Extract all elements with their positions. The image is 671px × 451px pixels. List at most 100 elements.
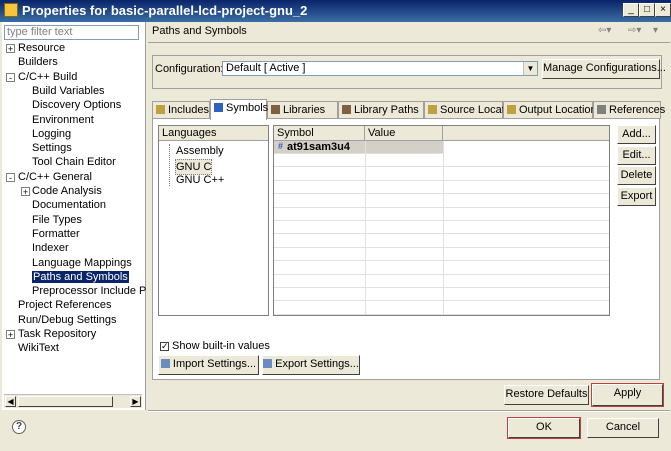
- tree-item[interactable]: C/C++ Build: [18, 70, 77, 84]
- maximize-button[interactable]: □: [639, 3, 655, 17]
- title-bar[interactable]: Properties for basic-parallel-lcd-projec…: [0, 0, 671, 22]
- show-builtin-label: Show built-in values: [172, 340, 270, 352]
- tab-label: Includes: [168, 104, 209, 116]
- tree-item[interactable]: Run/Debug Settings: [18, 313, 116, 327]
- tree-item-label: Tool Chain Editor: [32, 156, 116, 169]
- languages-list: Languages Assembly GNU C GNU C++: [158, 125, 269, 316]
- column-divider: [365, 141, 366, 315]
- tree-item-label: Documentation: [32, 199, 106, 212]
- ok-button[interactable]: OK: [507, 417, 581, 439]
- tree-item[interactable]: Project References: [18, 298, 112, 312]
- tab-label: Libraries: [283, 104, 326, 116]
- help-icon[interactable]: ?: [12, 420, 26, 434]
- tree-item[interactable]: Language Mappings: [32, 256, 132, 270]
- scroll-thumb[interactable]: [18, 396, 113, 407]
- tree-item[interactable]: Preprocessor Include P: [32, 284, 146, 298]
- tab-symbols[interactable]: Symbols: [210, 99, 269, 120]
- export-icon: [263, 359, 273, 368]
- tab-source-location[interactable]: Source Location: [424, 101, 520, 119]
- footer-separator: [148, 410, 670, 412]
- export-settings-button[interactable]: Export Settings...: [262, 355, 360, 375]
- properties-dialog: Properties for basic-parallel-lcd-projec…: [0, 0, 671, 451]
- delete-button[interactable]: Delete: [617, 166, 656, 185]
- chevron-down-icon[interactable]: ▼: [523, 62, 537, 75]
- tree-item[interactable]: Build Variables: [32, 84, 105, 98]
- filter-input[interactable]: type filter text: [4, 25, 139, 40]
- tree-item[interactable]: Discovery Options: [32, 98, 121, 112]
- show-builtin-checkbox[interactable]: ✓: [160, 342, 169, 351]
- symbol-column-header[interactable]: Symbol: [274, 126, 365, 141]
- tree-item[interactable]: WikiText: [18, 341, 59, 355]
- language-item[interactable]: Assembly: [176, 144, 224, 158]
- tree-item-label: Build Variables: [32, 84, 105, 97]
- apply-button[interactable]: Apply: [591, 383, 664, 407]
- expand-icon[interactable]: +: [6, 44, 15, 54]
- tab-includes[interactable]: Includes: [152, 101, 210, 119]
- tree-item[interactable]: Formatter: [32, 227, 80, 241]
- restore-defaults-button[interactable]: Restore Defaults: [504, 385, 589, 405]
- tree-item-label: WikiText: [18, 342, 59, 355]
- scroll-left-icon[interactable]: ◀: [5, 396, 16, 407]
- cancel-button[interactable]: Cancel: [587, 418, 659, 438]
- close-button[interactable]: ×: [655, 3, 671, 17]
- expand-icon[interactable]: +: [6, 330, 15, 340]
- tree-item[interactable]: Logging: [32, 127, 71, 141]
- configuration-select[interactable]: Default [ Active ] ▼: [222, 61, 538, 76]
- table-row: [274, 248, 609, 262]
- tree-item[interactable]: Tool Chain Editor: [32, 155, 116, 169]
- tree-item[interactable]: Builders: [18, 55, 58, 69]
- empty-column-header: [443, 126, 609, 141]
- edit-button[interactable]: Edit...: [617, 145, 656, 165]
- value-column-header[interactable]: Value: [365, 126, 443, 141]
- tree-item-label: C/C++ General: [18, 170, 92, 183]
- tree-item[interactable]: Settings: [32, 141, 72, 155]
- language-item[interactable]: GNU C++: [176, 173, 224, 187]
- symbol-cell: at91sam3u4: [287, 141, 350, 153]
- tree-item[interactable]: Documentation: [32, 198, 106, 212]
- libraries-icon: [271, 105, 280, 114]
- add-button[interactable]: Add...: [617, 125, 656, 144]
- tree-horizontal-scrollbar[interactable]: ◀ ▶: [4, 394, 142, 408]
- eclipse-properties-icon: [4, 3, 18, 17]
- tab-libraries[interactable]: Libraries: [267, 101, 338, 119]
- tree-item[interactable]: Environment: [32, 113, 94, 127]
- tab-label: References: [609, 104, 666, 116]
- configuration-label: Configuration:: [155, 63, 224, 75]
- tree-item-label: Preprocessor Include P: [32, 285, 147, 298]
- tab-references[interactable]: References: [593, 101, 665, 119]
- collapse-icon[interactable]: -: [6, 172, 15, 182]
- minimize-button[interactable]: _: [623, 3, 639, 17]
- tree-item-label: Formatter: [32, 227, 80, 240]
- tab-label: Symbols: [226, 102, 269, 114]
- tree-item[interactable]: Paths and Symbols: [32, 270, 129, 284]
- tree-item[interactable]: Task Repository: [18, 327, 96, 341]
- table-row: [274, 275, 609, 288]
- table-row: [274, 181, 609, 195]
- view-menu-icon[interactable]: ▾: [653, 25, 658, 36]
- tree-item[interactable]: File Types: [32, 213, 82, 227]
- import-settings-button[interactable]: Import Settings...: [158, 355, 259, 375]
- expand-icon[interactable]: +: [21, 187, 30, 197]
- tree-item[interactable]: C/C++ General: [18, 170, 92, 184]
- table-row[interactable]: # at91sam3u4: [274, 141, 443, 154]
- tree-item-label: Discovery Options: [32, 99, 122, 112]
- tab-output-location[interactable]: Output Location: [503, 101, 597, 119]
- tab-label: Library Paths: [354, 104, 419, 116]
- table-row: [274, 168, 609, 181]
- export-button[interactable]: Export: [617, 186, 656, 206]
- collapse-icon[interactable]: -: [6, 72, 15, 82]
- table-row: [274, 208, 609, 221]
- tree-item-label: C/C++ Build: [18, 70, 78, 83]
- table-row: [274, 221, 609, 235]
- import-icon: [160, 359, 170, 368]
- tree-item-label: Indexer: [32, 242, 69, 255]
- tree-item[interactable]: Resource: [18, 41, 65, 55]
- tree-item[interactable]: Code Analysis: [32, 184, 102, 198]
- scroll-right-icon[interactable]: ▶: [130, 396, 141, 407]
- forward-arrow-icon[interactable]: ⇨▾: [628, 25, 641, 36]
- manage-configurations-button[interactable]: Manage Configurations...: [542, 59, 666, 79]
- back-arrow-icon[interactable]: ⇦▾: [598, 25, 611, 36]
- references-icon: [597, 105, 606, 114]
- tab-library-paths[interactable]: Library Paths: [338, 101, 424, 119]
- tree-item[interactable]: Indexer: [32, 241, 69, 255]
